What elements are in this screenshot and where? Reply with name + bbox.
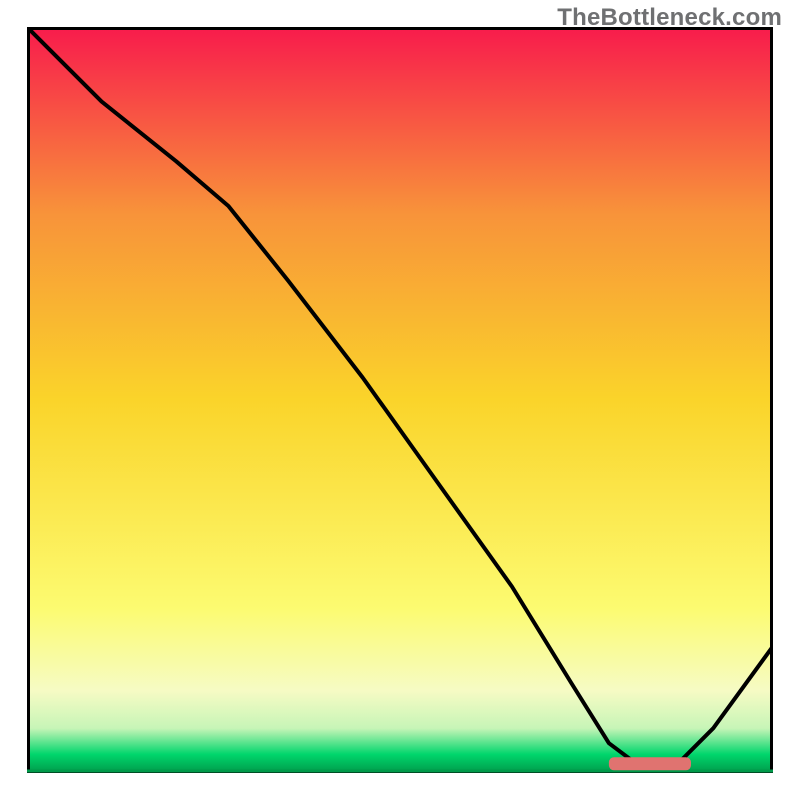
plot-area: [27, 27, 773, 773]
optimal-marker: [609, 757, 691, 770]
plot-border: [29, 29, 772, 772]
chart-root: TheBottleneck.com: [0, 0, 800, 800]
chart-overlay: [27, 27, 773, 773]
bottleneck-curve: [27, 27, 773, 766]
